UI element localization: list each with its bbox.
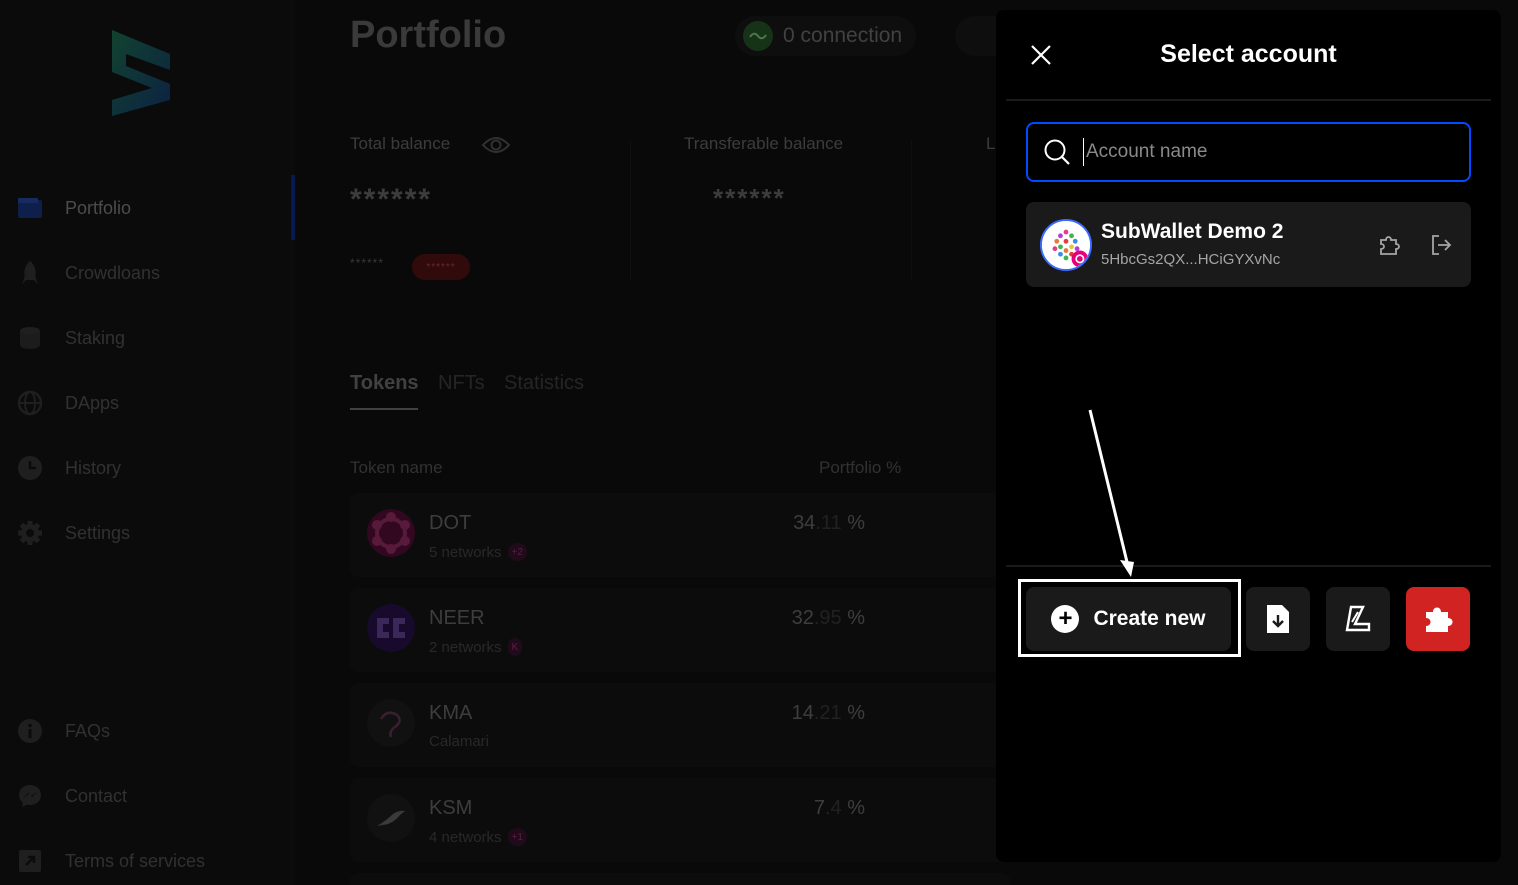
dot-token-icon [367,509,415,557]
token-symbol: NEER [429,607,485,629]
rocket-icon [16,259,44,287]
sidebar-item-staking[interactable]: Staking [0,316,290,360]
column-header-portfolio: Portfolio % [819,458,902,477]
sidebar-item-history[interactable]: History [0,446,290,490]
connection-icon [743,21,773,51]
sidebar-item-dapps[interactable]: DApps [0,381,290,425]
token-networks: 5 networks +2 [429,543,527,561]
globe-icon [16,389,44,417]
total-balance-sub-value: ****** [350,256,385,270]
text-caret [1083,138,1084,166]
neer-token-icon [367,604,415,652]
select-account-modal: Select account SubWallet Demo 2 5HbcGs2Q… [996,10,1501,862]
sidebar-item-portfolio[interactable]: Portfolio [0,186,290,230]
token-networks: Calamari [429,733,490,750]
tab-statistics[interactable]: Statistics [504,372,584,395]
kma-token-icon [367,699,415,747]
tab-tokens[interactable]: Tokens [350,372,419,395]
token-row-kma[interactable]: KMA Calamari 14.21 % [350,683,1010,767]
subwallet-logo[interactable] [104,26,176,118]
balance-change-badge: ****** [412,254,470,280]
page-title: Portfolio [350,14,507,56]
ledger-button[interactable] [1326,587,1390,651]
locked-balance-label: L [986,134,996,153]
token-row-neer[interactable]: NEER 2 networks K 32.95 % [350,588,1010,672]
token-row-dot[interactable]: DOT 5 networks +2 34.11 % [350,493,1010,577]
divider [1006,99,1491,101]
import-account-button[interactable] [1246,587,1310,651]
sidebar: Portfolio Crowdloans Staking DApps Histo… [0,0,295,885]
network-chip: +2 [507,543,527,561]
gear-icon [16,519,44,547]
eye-icon[interactable] [481,134,511,156]
sidebar-item-label: Portfolio [65,197,132,218]
token-symbol: DOT [429,512,472,534]
puzzle-icon[interactable] [1375,230,1405,260]
clock-icon [16,454,44,482]
create-new-button[interactable]: + Create new [1026,587,1231,651]
wallet-icon [16,194,44,222]
sidebar-item-label: Staking [65,327,126,348]
plus-icon: + [1051,605,1080,633]
sidebar-item-settings[interactable]: Settings [0,511,290,555]
connection-label: 0 connection [783,24,903,47]
token-row[interactable] [350,873,1010,885]
create-new-label: Create new [1093,607,1206,630]
balance-divider [911,140,912,280]
transferable-balance-label: Transferable balance [684,134,844,153]
extension-icon [1426,607,1453,632]
divider [1006,565,1491,567]
connection-status[interactable]: 0 connection [735,16,917,56]
token-portfolio-pct: 32.95 % [791,607,865,629]
column-header-token-name: Token name [350,458,443,477]
info-icon [16,717,44,745]
sidebar-item-label: DApps [65,392,120,413]
account-item[interactable]: SubWallet Demo 2 5HbcGs2QX...HCiGYXvNc [1026,202,1471,287]
external-link-icon [16,847,44,875]
account-name: SubWallet Demo 2 [1101,220,1284,243]
token-row-ksm[interactable]: KSM 4 networks +1 7.4 % [350,778,1010,862]
sidebar-item-label: Settings [65,522,131,543]
total-balance-value: ****** [350,183,433,216]
token-symbol: KMA [429,702,473,724]
import-icon [1267,605,1289,633]
ksm-token-icon [367,794,415,842]
database-icon [16,324,44,352]
sidebar-item-faqs[interactable]: FAQs [0,709,290,753]
token-portfolio-pct: 34.11 % [793,512,865,534]
account-avatar [1040,219,1092,271]
transferable-balance-value: ****** [713,183,786,213]
sidebar-item-label: Contact [65,785,128,806]
sidebar-item-label: Terms of services [65,850,206,871]
total-balance-label: Total balance [350,134,451,153]
token-symbol: KSM [429,797,473,819]
network-chip: +1 [507,828,527,846]
tab-nfts[interactable]: NFTs [438,372,485,395]
token-networks: 4 networks +1 [429,828,527,846]
search-icon [1028,124,1086,180]
sidebar-item-crowdloans[interactable]: Crowdloans [0,251,290,295]
tab-underline [350,408,418,410]
token-networks: 2 networks K [429,638,523,656]
network-chip: K [507,638,523,656]
account-address: 5HbcGs2QX...HCiGYXvNc [1101,251,1281,268]
modal-title: Select account [1160,40,1337,68]
sidebar-item-contact[interactable]: Contact [0,774,290,818]
ledger-icon [1345,605,1371,632]
sidebar-item-terms[interactable]: Terms of services [0,839,290,883]
account-search [1026,122,1471,182]
balance-divider [630,140,631,280]
sidebar-item-label: FAQs [65,720,111,741]
search-input[interactable] [1086,132,1469,172]
connect-extension-button[interactable] [1406,587,1470,651]
sidebar-item-label: Crowdloans [65,262,161,283]
messenger-icon [16,782,44,810]
token-portfolio-pct: 7.4 % [813,797,865,819]
token-portfolio-pct: 14.21 % [791,702,865,724]
sidebar-item-label: History [65,457,122,478]
logout-icon[interactable] [1426,230,1456,260]
